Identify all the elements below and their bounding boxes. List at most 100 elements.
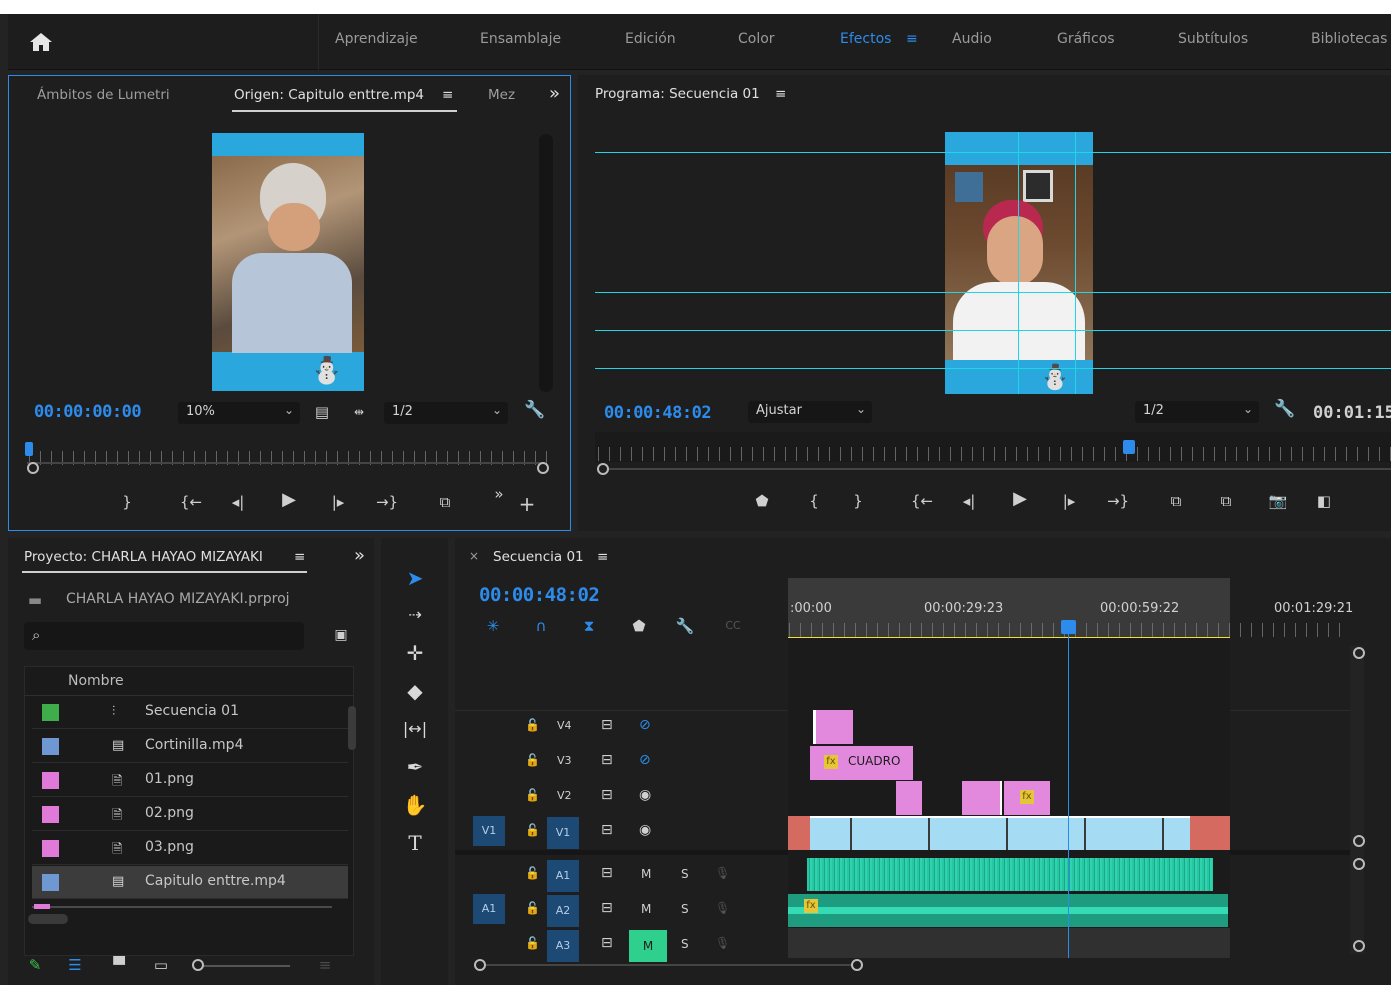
pen-tool-icon[interactable]: ✒ [400, 752, 430, 782]
lift-icon[interactable]: ⧉ [1162, 493, 1190, 509]
label-color-swatch[interactable] [42, 874, 59, 891]
project-item[interactable]: ▤ Cortinilla.mp4 [32, 730, 348, 763]
mark-in-icon[interactable]: { [804, 493, 824, 509]
mark-out-icon[interactable]: } [117, 494, 137, 510]
program-timecode[interactable]: 00:00:48:02 [604, 403, 712, 423]
workspace-tab-ensamblaje[interactable]: Ensamblaje [480, 31, 561, 47]
project-item[interactable]: ⫶ Secuencia 01 [32, 696, 348, 729]
captions-icon[interactable]: CC [721, 618, 745, 634]
sync-lock-icon[interactable]: ⊟ [601, 865, 613, 881]
solo-button[interactable]: S [681, 867, 689, 881]
sync-lock-icon[interactable]: ⊟ [601, 935, 613, 951]
type-tool-icon[interactable]: T [400, 828, 430, 858]
icon-view-icon[interactable]: ▀ [108, 957, 130, 973]
project-item[interactable]: 🗎 01.png [32, 764, 348, 797]
panel-overflow-icon[interactable]: » [549, 83, 560, 104]
track-label-audio[interactable]: A3 [547, 930, 579, 962]
wrench-icon[interactable]: 🔧 [1274, 401, 1295, 418]
track-label-video[interactable]: V4 [557, 719, 572, 732]
step-back-icon[interactable]: ◂| [227, 494, 249, 510]
project-item[interactable]: 🗎 03.png [32, 832, 348, 865]
source-timecode[interactable]: 00:00:00:00 [34, 402, 142, 422]
source-zoom-select[interactable]: 10% ⌄ [178, 402, 300, 424]
vertical-scroll-handle[interactable] [1353, 835, 1365, 847]
wrench-icon[interactable]: 🔧 [675, 618, 695, 634]
camera-icon[interactable]: 📷 [1266, 493, 1290, 509]
lock-track-icon[interactable]: 🔓 [525, 823, 540, 837]
panel-menu-icon[interactable]: ≡ [775, 86, 786, 102]
pencil-icon[interactable]: ✎ [24, 957, 46, 973]
step-forward-icon[interactable]: |▸ [1058, 493, 1080, 509]
linked-selection-icon[interactable]: ⧗ [579, 618, 599, 634]
ripple-edit-tool-icon[interactable]: ✛ [400, 638, 430, 668]
clip-v1-start[interactable] [788, 816, 810, 850]
workspace-tab-efectos[interactable]: Efectos [840, 31, 891, 47]
clip-a2[interactable]: fx [788, 894, 1228, 927]
play-icon[interactable]: ▶ [1010, 490, 1030, 508]
eye-icon[interactable]: ◉ [639, 822, 651, 838]
track-select-tool-icon[interactable]: ⇢ [400, 600, 430, 630]
clip-cuadro[interactable]: fx CUADRO [810, 746, 913, 780]
go-to-in-icon[interactable]: {← [177, 494, 205, 510]
eye-off-icon[interactable]: ⊘ [639, 752, 651, 768]
workspace-tab-subtitulos[interactable]: Subtítulos [1178, 31, 1248, 47]
project-search-input[interactable]: ⌕ [24, 622, 304, 650]
column-header-name[interactable]: Nombre [68, 673, 124, 689]
sync-lock-icon[interactable]: ⊟ [601, 900, 613, 916]
freeform-view-icon[interactable]: ▭ [148, 957, 174, 973]
tab-mixer[interactable]: Mez [488, 87, 515, 103]
workspace-tab-graficos[interactable]: Gráficos [1057, 31, 1115, 47]
workspace-tab-aprendizaje[interactable]: Aprendizaje [335, 31, 418, 47]
program-resolution-select[interactable]: 1/2 ⌄ [1135, 401, 1259, 423]
new-bin-from-search-icon[interactable]: ▣ [330, 627, 352, 643]
add-marker-icon[interactable]: ⬟ [752, 493, 772, 509]
project-item[interactable]: ▤ Capitulo enttre.mp4 [32, 866, 348, 899]
list-view-icon[interactable]: ☰ [64, 957, 86, 973]
source-patch-a1[interactable]: A1 [473, 894, 505, 924]
selection-tool-icon[interactable]: ➤ [400, 563, 430, 593]
hand-tool-icon[interactable]: ✋ [400, 790, 430, 820]
razor-tool-icon[interactable]: ◆ [400, 676, 430, 706]
microphone-icon[interactable]: 🎙 [715, 936, 730, 950]
panel-menu-icon[interactable]: ≡ [294, 549, 305, 565]
clip-v4[interactable] [813, 710, 853, 744]
safe-margins-icon[interactable]: ▤ [314, 404, 330, 420]
source-patch-v1[interactable]: V1 [473, 816, 505, 846]
vertical-scroll-handle[interactable] [1353, 858, 1365, 870]
lock-track-icon[interactable]: 🔓 [525, 936, 540, 950]
program-zoom-select[interactable]: Ajustar ⌄ [748, 401, 872, 423]
wrench-icon[interactable]: 🔧 [524, 402, 545, 419]
zoom-slider[interactable] [192, 959, 290, 971]
sync-lock-icon[interactable]: ⊟ [601, 822, 613, 838]
label-color-swatch[interactable] [42, 738, 59, 755]
project-title[interactable]: Proyecto: CHARLA HAYAO MIZAYAKI [24, 549, 263, 565]
sort-icon[interactable]: ≡ [314, 957, 336, 973]
close-tab-icon[interactable]: × [469, 549, 479, 563]
solo-button[interactable]: S [681, 902, 689, 916]
lock-track-icon[interactable]: 🔓 [525, 788, 540, 802]
eye-icon[interactable]: ◉ [639, 787, 651, 803]
horizontal-scroll-handle[interactable] [474, 959, 486, 971]
slip-tool-icon[interactable]: |↔| [400, 714, 430, 744]
panel-overflow-icon[interactable]: » [354, 545, 365, 566]
label-color-swatch[interactable] [42, 772, 59, 789]
workspace-menu-icon[interactable]: ≡ [906, 31, 918, 47]
tab-source[interactable]: Origen: Capitulo enttre.mp4 [234, 87, 424, 103]
snap-icon[interactable]: ∩ [531, 618, 551, 634]
go-to-in-icon[interactable]: {← [908, 493, 936, 509]
timeline-title[interactable]: Secuencia 01 [493, 549, 584, 565]
track-label-audio[interactable]: A2 [547, 895, 579, 927]
home-icon[interactable] [28, 32, 54, 54]
sync-lock-icon[interactable]: ⊟ [601, 787, 613, 803]
sync-lock-icon[interactable]: ⊟ [601, 752, 613, 768]
label-color-swatch[interactable] [42, 840, 59, 857]
clip-v1[interactable] [810, 816, 1190, 850]
add-button-icon[interactable]: + [517, 494, 537, 514]
go-to-out-icon[interactable]: →} [1104, 493, 1132, 509]
source-zoom-handle-left[interactable] [27, 462, 39, 474]
clip-v2[interactable]: fx [1004, 781, 1050, 815]
step-forward-icon[interactable]: |▸ [327, 494, 349, 510]
playhead-handle[interactable] [1061, 620, 1076, 634]
clip-a1[interactable] [807, 858, 1213, 891]
sync-lock-icon[interactable]: ⊟ [601, 717, 613, 733]
